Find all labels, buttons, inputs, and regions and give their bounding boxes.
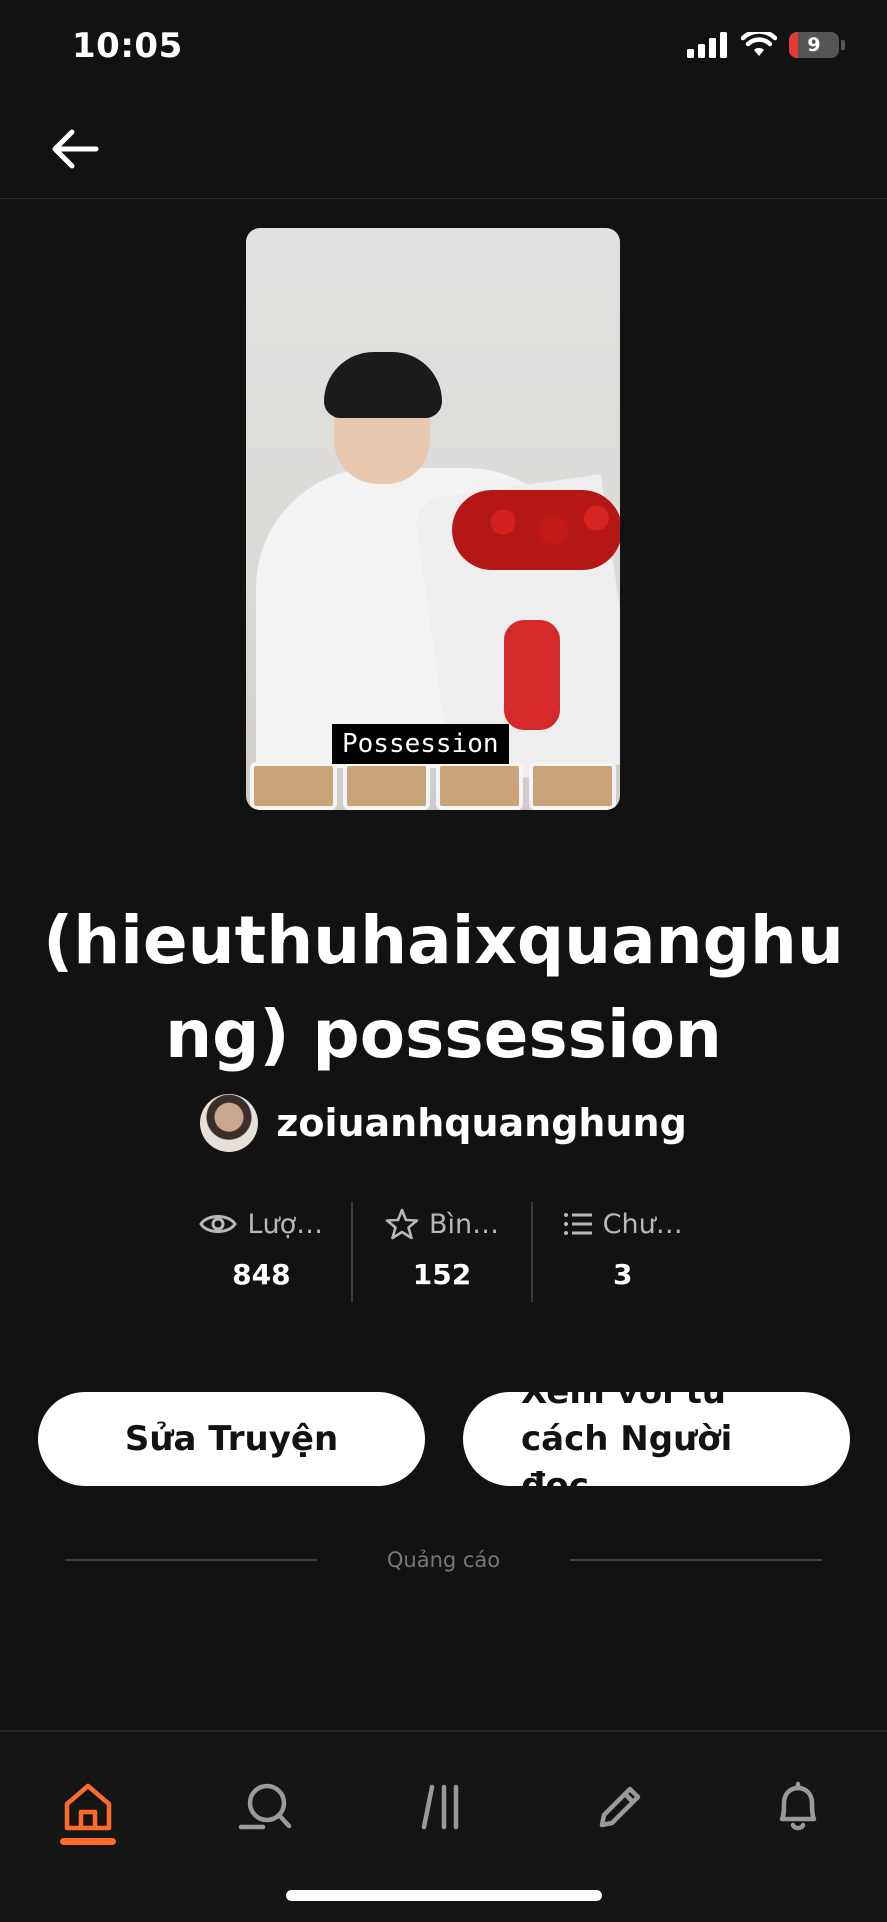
author-name: zoiuanhquanghung (276, 1101, 687, 1145)
active-tab-indicator (60, 1838, 116, 1845)
story-title: (hieuthuhaixquanghung) possession (43, 902, 844, 1073)
status-time: 10:05 (72, 26, 183, 66)
stat-value: 848 (232, 1258, 291, 1291)
top-nav (0, 96, 887, 199)
library-icon (421, 1784, 459, 1830)
ad-label: Quảng cáo (386, 1548, 501, 1572)
home-indicator (286, 1890, 602, 1901)
star-icon (385, 1208, 419, 1240)
battery-indicator: 9 (789, 32, 839, 58)
story-cover[interactable]: Possession (246, 228, 620, 810)
stat-label: Lượ… (247, 1208, 324, 1240)
story-stats: Lượ… 848 Bìn… 152 Chư… 3 (172, 1202, 712, 1302)
stat-label: Bìn… (428, 1208, 500, 1240)
bell-icon (779, 1781, 817, 1831)
cover-caption: Possession (332, 724, 509, 764)
nav-write[interactable] (575, 1762, 665, 1852)
eye-icon (199, 1215, 238, 1233)
stat-label: Chư… (602, 1208, 683, 1240)
stat-value: 3 (612, 1258, 633, 1291)
ad-divider: Quảng cáo (65, 1545, 823, 1575)
search-icon (238, 1783, 292, 1830)
stat-reads: Lượ… 848 (172, 1202, 351, 1302)
list-icon (563, 1213, 592, 1235)
status-icons: 9 (687, 32, 845, 58)
battery-level: 9 (807, 34, 821, 56)
nav-notifications[interactable] (753, 1762, 843, 1852)
nav-library[interactable] (399, 1762, 489, 1852)
signal-icon (687, 32, 727, 58)
wifi-icon (741, 32, 777, 56)
battery-tip (841, 40, 845, 50)
stat-chapters: Chư… 3 (531, 1202, 712, 1302)
status-bar: 10:05 9 (0, 0, 887, 96)
arrow-left-icon (52, 129, 99, 169)
edit-story-button[interactable]: Sửa Truyện (38, 1392, 425, 1486)
nav-search[interactable] (220, 1762, 310, 1852)
stat-votes: Bìn… 152 (350, 1202, 532, 1302)
stat-value: 152 (412, 1258, 472, 1291)
author-link[interactable]: zoiuanhquanghung (0, 1094, 887, 1152)
avatar (200, 1094, 259, 1152)
home-icon (64, 1783, 112, 1831)
view-as-reader-button[interactable]: Xem với tư cách Người đọc (463, 1372, 850, 1506)
back-button[interactable] (44, 118, 106, 180)
pencil-icon (599, 1786, 641, 1828)
